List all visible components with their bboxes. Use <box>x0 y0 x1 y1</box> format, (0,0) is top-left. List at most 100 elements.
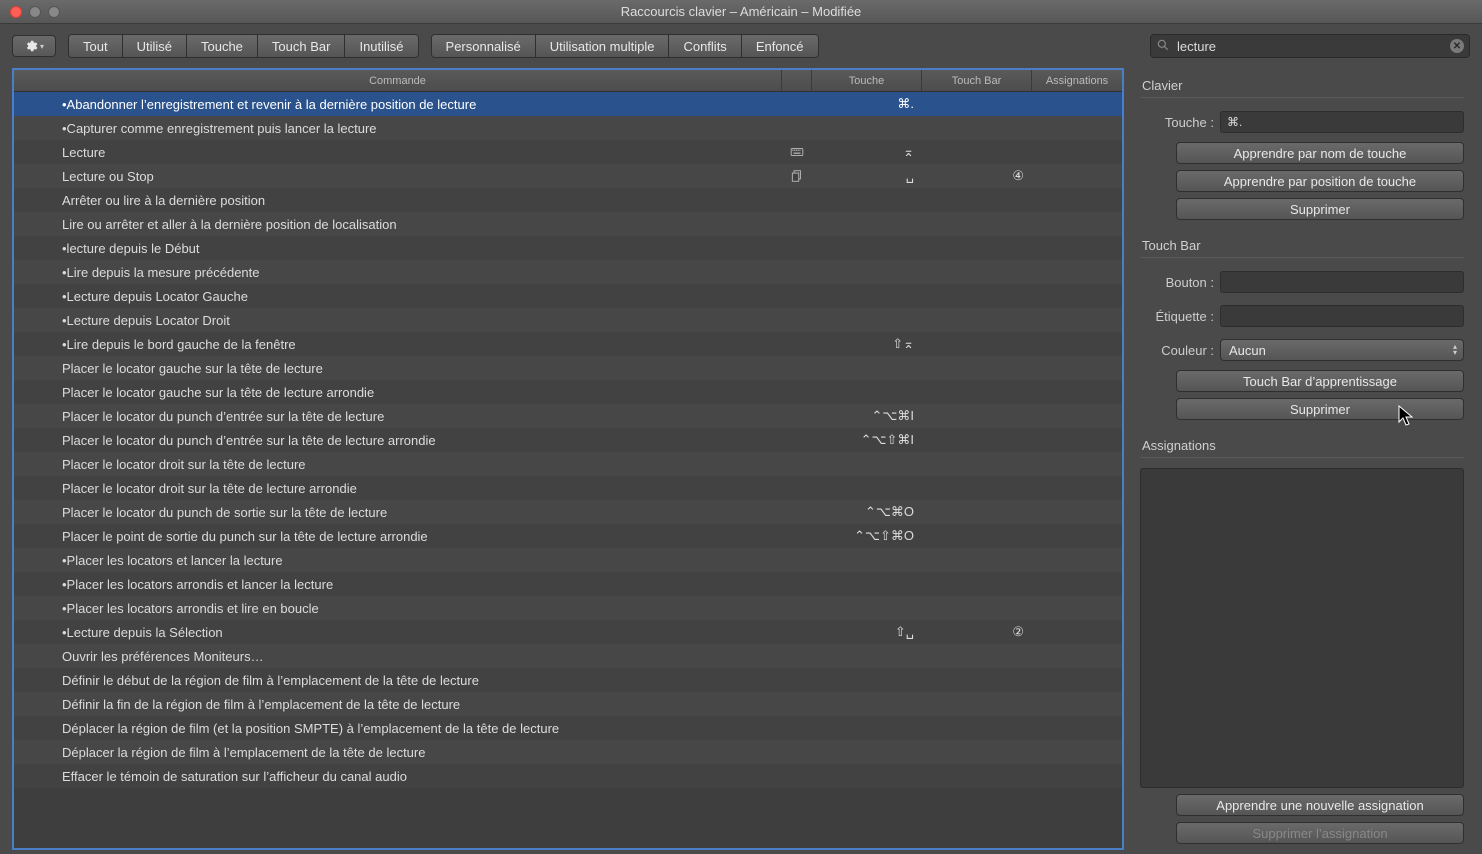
col-command[interactable]: Commande <box>14 70 782 91</box>
filter-touche[interactable]: Touche <box>187 35 258 57</box>
table-row[interactable]: Définir la fin de la région de film à l’… <box>14 692 1122 716</box>
table-row[interactable]: Lecture ou Stop␣④ <box>14 164 1122 188</box>
col-key[interactable]: Touche <box>812 70 922 91</box>
table-row[interactable]: •Placer les locators et lancer la lectur… <box>14 548 1122 572</box>
table-row[interactable]: •Lire depuis la mesure précédente <box>14 260 1122 284</box>
tb-delete-button[interactable]: Supprimer <box>1176 398 1464 420</box>
command-cell: Effacer le témoin de saturation sur l’af… <box>14 764 782 788</box>
table-header: Commande Touche Touch Bar Assignations <box>14 70 1122 92</box>
mode-enfoncé[interactable]: Enfoncé <box>742 35 818 57</box>
touchbar-cell <box>922 716 1032 740</box>
col-assignments[interactable]: Assignations <box>1032 70 1122 91</box>
table-row[interactable]: Lire ou arrêter et aller à la dernière p… <box>14 212 1122 236</box>
icon-cell <box>782 668 812 692</box>
assignments-cell <box>1032 116 1122 140</box>
table-row[interactable]: •Lecture depuis Locator Gauche <box>14 284 1122 308</box>
table-row[interactable]: •Placer les locators arrondis et lire en… <box>14 596 1122 620</box>
assignments-cell <box>1032 428 1122 452</box>
table-row[interactable]: •Lecture depuis la Sélection⇧␣② <box>14 620 1122 644</box>
key-cell <box>812 116 922 140</box>
key-cell <box>812 308 922 332</box>
filter-utilisé[interactable]: Utilisé <box>123 35 187 57</box>
minimize-window-button[interactable] <box>29 6 41 18</box>
assignments-list[interactable] <box>1140 468 1464 788</box>
touchbar-cell <box>922 116 1032 140</box>
gear-icon <box>24 39 38 53</box>
touchbar-cell <box>922 140 1032 164</box>
tb-label-field[interactable] <box>1220 305 1464 327</box>
table-row[interactable]: •Abandonner l’enregistrement et revenir … <box>14 92 1122 116</box>
mode-utilisation-multiple[interactable]: Utilisation multiple <box>536 35 670 57</box>
table-row[interactable]: •Lire depuis le bord gauche de la fenêtr… <box>14 332 1122 356</box>
clear-search-button[interactable]: ✕ <box>1450 39 1464 53</box>
mode-personnalisé[interactable]: Personnalisé <box>432 35 536 57</box>
touchbar-cell <box>922 212 1032 236</box>
table-row[interactable]: Déplacer la région de film à l’emplaceme… <box>14 740 1122 764</box>
tb-button-field[interactable] <box>1220 271 1464 293</box>
delete-assignment-button[interactable]: Supprimer l’assignation <box>1176 822 1464 844</box>
mode-conflits[interactable]: Conflits <box>669 35 741 57</box>
key-cell: ⌅ <box>812 140 922 164</box>
tb-color-value: Aucun <box>1229 343 1266 358</box>
table-row[interactable]: •Placer les locators arrondis et lancer … <box>14 572 1122 596</box>
filter-touch-bar[interactable]: Touch Bar <box>258 35 346 57</box>
command-cell: •Placer les locators arrondis et lire en… <box>14 596 782 620</box>
assignments-cell <box>1032 140 1122 164</box>
learn-assignment-button[interactable]: Apprendre une nouvelle assignation <box>1176 794 1464 816</box>
key-cell: ⌘. <box>812 92 922 116</box>
touchbar-cell <box>922 356 1032 380</box>
icon-cell <box>782 92 812 116</box>
assignments-cell <box>1032 596 1122 620</box>
table-row[interactable]: Placer le locator du punch de sortie sur… <box>14 500 1122 524</box>
assignments-cell <box>1032 692 1122 716</box>
touchbar-cell <box>922 644 1032 668</box>
search-input[interactable] <box>1150 34 1470 58</box>
learn-key-name-button[interactable]: Apprendre par nom de touche <box>1176 142 1464 164</box>
tb-color-select[interactable]: Aucun ▴▾ <box>1220 339 1464 361</box>
table-row[interactable]: Arrêter ou lire à la dernière position <box>14 188 1122 212</box>
table-row[interactable]: •lecture depuis le Début <box>14 236 1122 260</box>
table-row[interactable]: Placer le locator droit sur la tête de l… <box>14 452 1122 476</box>
command-cell: Déplacer la région de film à l’emplaceme… <box>14 740 782 764</box>
options-menu-button[interactable]: ▾ <box>12 35 56 57</box>
assignments-cell <box>1032 572 1122 596</box>
icon-cell <box>782 644 812 668</box>
command-cell: Placer le locator gauche sur la tête de … <box>14 380 782 404</box>
tb-learn-button[interactable]: Touch Bar d’apprentissage <box>1176 370 1464 392</box>
learn-key-position-button[interactable]: Apprendre par position de touche <box>1176 170 1464 192</box>
assignments-cell <box>1032 212 1122 236</box>
table-row[interactable]: Lecture⌅ <box>14 140 1122 164</box>
zoom-window-button[interactable] <box>48 6 60 18</box>
table-row[interactable]: Déplacer la région de film (et la positi… <box>14 716 1122 740</box>
table-row[interactable]: Définir le début de la région de film à … <box>14 668 1122 692</box>
table-row[interactable]: •Lecture depuis Locator Droit <box>14 308 1122 332</box>
delete-key-button[interactable]: Supprimer <box>1176 198 1464 220</box>
table-row[interactable]: Ouvrir les préférences Moniteurs… <box>14 644 1122 668</box>
touchbar-cell <box>922 764 1032 788</box>
icon-cell <box>782 524 812 548</box>
close-window-button[interactable] <box>10 6 22 18</box>
key-cell <box>812 476 922 500</box>
keyboard-section-title: Clavier <box>1140 74 1464 98</box>
touchbar-cell <box>922 596 1032 620</box>
key-cell <box>812 668 922 692</box>
table-row[interactable]: Placer le locator droit sur la tête de l… <box>14 476 1122 500</box>
key-cell <box>812 452 922 476</box>
table-row[interactable]: Placer le locator du punch d’entrée sur … <box>14 404 1122 428</box>
icon-cell <box>782 308 812 332</box>
command-cell: •Lecture depuis Locator Gauche <box>14 284 782 308</box>
key-field[interactable]: ⌘. <box>1220 111 1464 133</box>
table-row[interactable]: Placer le locator gauche sur la tête de … <box>14 356 1122 380</box>
command-cell: Définir la fin de la région de film à l’… <box>14 692 782 716</box>
filter-tout[interactable]: Tout <box>69 35 123 57</box>
key-cell <box>812 548 922 572</box>
filter-inutilisé[interactable]: Inutilisé <box>345 35 417 57</box>
table-row[interactable]: Placer le locator du punch d’entrée sur … <box>14 428 1122 452</box>
table-row[interactable]: Placer le point de sortie du punch sur l… <box>14 524 1122 548</box>
col-touchbar[interactable]: Touch Bar <box>922 70 1032 91</box>
key-cell <box>812 764 922 788</box>
table-row[interactable]: •Capturer comme enregistrement puis lanc… <box>14 116 1122 140</box>
command-cell: Ouvrir les préférences Moniteurs… <box>14 644 782 668</box>
table-row[interactable]: Placer le locator gauche sur la tête de … <box>14 380 1122 404</box>
table-row[interactable]: Effacer le témoin de saturation sur l’af… <box>14 764 1122 788</box>
